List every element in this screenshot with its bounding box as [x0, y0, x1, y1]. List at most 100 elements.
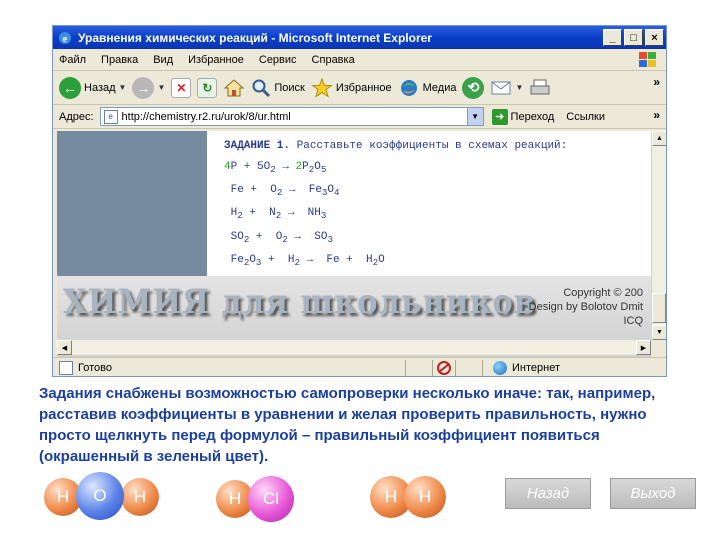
equation-3[interactable]: H2 + N2 → NH3	[224, 203, 567, 226]
equation-1[interactable]: 4P + 5O2 → 2P2O5	[224, 157, 567, 180]
menu-edit[interactable]: Правка	[101, 54, 138, 66]
svg-text:e: e	[63, 33, 68, 45]
status-bar: Готово Интернет	[53, 357, 666, 376]
left-pane	[57, 131, 207, 276]
dropdown-arrow-icon[interactable]: ▼	[119, 83, 127, 92]
address-dropdown-icon[interactable]: ▼	[466, 108, 483, 125]
atom-cl: Cl	[248, 476, 294, 522]
media-icon	[400, 79, 417, 96]
star-icon	[310, 77, 333, 98]
menu-view[interactable]: Вид	[153, 54, 173, 66]
back-label: Назад	[84, 81, 116, 94]
refresh-button[interactable]: ↻	[197, 77, 218, 98]
minimize-button[interactable]: _	[603, 29, 622, 46]
scroll-thumb[interactable]	[652, 293, 666, 323]
refresh-icon: ↻	[197, 77, 218, 98]
go-button[interactable]: ➜ Переход	[491, 108, 555, 125]
address-url: http://chemistry.r2.ru/urok/8/ur.html	[121, 110, 291, 123]
task-block: ЗАДАНИЕ 1. Расставьте коэффициенты в схе…	[224, 136, 567, 273]
design-text: Design by Bolotov Dmit	[528, 301, 643, 313]
search-label: Поиск	[274, 81, 305, 94]
history-button[interactable]: ⟲	[462, 76, 485, 99]
exit-button[interactable]: Выход	[610, 478, 696, 509]
media-button[interactable]: Медиа	[398, 78, 457, 98]
description-text: Задания снабжены возможностью самопровер…	[39, 385, 656, 465]
address-label: Адрес:	[59, 110, 94, 123]
privacy-icon[interactable]	[435, 360, 453, 376]
status-separator	[482, 359, 483, 376]
stop-icon: ✕	[171, 77, 192, 98]
close-button[interactable]: ×	[645, 29, 664, 46]
atom-h: H	[404, 476, 446, 518]
mail-icon	[491, 81, 511, 94]
ie-logo-icon: e	[59, 31, 71, 45]
scroll-up-icon[interactable]: ▲	[652, 131, 666, 146]
mail-button[interactable]: ▼	[490, 79, 523, 97]
go-arrow-icon: ➜	[491, 108, 508, 125]
browser-window: e Уравнения химических реакций - Microso…	[52, 25, 667, 377]
links-button[interactable]: Ссылки	[566, 111, 605, 123]
status-page-icon	[59, 360, 73, 375]
search-button[interactable]: Поиск	[251, 78, 305, 98]
task-label: ЗАДАНИЕ 1.	[224, 140, 291, 152]
scroll-down-icon[interactable]: ▼	[652, 325, 666, 340]
scroll-left-icon[interactable]: ◀	[57, 340, 72, 355]
horizontal-scrollbar[interactable]: ◀ ▶	[57, 340, 651, 355]
dropdown-arrow-icon[interactable]: ▼	[157, 83, 165, 92]
title-bar: e Уравнения химических реакций - Microso…	[53, 26, 666, 49]
vertical-scrollbar[interactable]: ▲ ▼	[651, 131, 666, 340]
zone-label: Интернет	[512, 361, 560, 374]
dropdown-arrow-icon[interactable]: ▼	[515, 83, 523, 92]
toolbar: ← Назад ▼ → ▼ ✕ ↻ Поиск Избранное Медиа	[53, 71, 666, 105]
history-icon: ⟲	[462, 76, 485, 99]
status-separator	[432, 359, 433, 376]
status-separator	[405, 359, 406, 376]
menu-help[interactable]: Справка	[312, 54, 355, 66]
go-label: Переход	[510, 110, 555, 123]
status-cell	[458, 360, 480, 376]
stop-button[interactable]: ✕	[171, 77, 192, 98]
task-text: Расставьте коэффициенты в схемах реакций…	[290, 140, 568, 152]
page-content: ЗАДАНИЕ 1. Расставьте коэффициенты в схе…	[57, 131, 651, 357]
status-separator	[455, 359, 456, 376]
links-overflow-icon[interactable]: »	[653, 108, 660, 122]
menu-file[interactable]: Файл	[59, 54, 86, 66]
windows-flag-icon	[639, 52, 656, 67]
globe-icon	[493, 360, 507, 375]
forward-button[interactable]: → ▼	[132, 76, 165, 99]
copyright-text: Copyright © 200	[563, 287, 643, 299]
favorites-label: Избранное	[335, 81, 392, 94]
address-input[interactable]: e http://chemistry.r2.ru/urok/8/ur.html …	[99, 107, 484, 126]
equation-4[interactable]: SO2 + O2 → SO3	[224, 227, 567, 250]
back-button[interactable]: ← Назад ▼	[59, 76, 127, 99]
toolbar-overflow-icon[interactable]: »	[653, 75, 660, 89]
window-title: Уравнения химических реакций - Microsoft…	[78, 30, 432, 45]
status-text: Готово	[78, 361, 112, 374]
media-label: Медиа	[422, 81, 457, 94]
home-icon	[224, 78, 245, 96]
atom-o: O	[76, 472, 124, 520]
favorites-button[interactable]: Избранное	[310, 77, 392, 98]
address-bar: Адрес: e http://chemistry.r2.ru/urok/8/u…	[53, 105, 666, 129]
search-icon	[252, 79, 271, 97]
security-zone: Интернет	[493, 360, 560, 375]
back-arrow-icon: ←	[59, 76, 81, 99]
credits: Copyright © 200 Design by Bolotov Dmit I…	[529, 286, 643, 328]
task-header: ЗАДАНИЕ 1. Расставьте коэффициенты в схе…	[224, 136, 567, 157]
print-button[interactable]	[529, 78, 551, 98]
status-cell	[408, 360, 430, 376]
icq-text: ICQ	[623, 315, 643, 327]
page-icon: e	[103, 109, 118, 124]
equation-2[interactable]: Fe + O2 → Fe3O4	[224, 180, 567, 203]
menu-bar: Файл Правка Вид Избранное Сервис Справка	[53, 49, 666, 71]
printer-icon	[530, 79, 550, 94]
back-nav-button[interactable]: Назад	[505, 478, 591, 509]
maximize-button[interactable]: □	[624, 29, 643, 46]
atom-h: H	[121, 478, 159, 516]
menu-favorites[interactable]: Избранное	[188, 54, 244, 66]
equation-5[interactable]: Fe2O3 + H2 → Fe + H2O	[224, 250, 567, 273]
menu-tools[interactable]: Сервис	[259, 54, 297, 66]
forward-arrow-icon: →	[132, 76, 155, 99]
home-button[interactable]	[223, 78, 245, 98]
scroll-right-icon[interactable]: ▶	[636, 340, 651, 355]
